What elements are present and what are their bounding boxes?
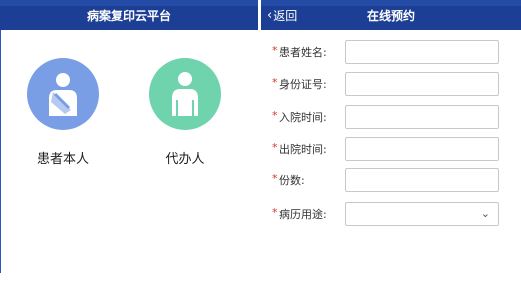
id-number-input[interactable] <box>345 72 499 96</box>
record-purpose-select[interactable]: ⌄ <box>345 202 499 226</box>
proxy-label: 代办人 <box>165 152 205 167</box>
patient-self-option[interactable]: 患者本人 <box>22 58 104 167</box>
proxy-person-icon <box>149 58 221 130</box>
form-row-id: * 身份证号: <box>261 72 521 98</box>
right-screen: ‹ 返回 在线预约 * 患者姓名: * 身份证号: * 入院时间: * 出院时间… <box>261 0 521 283</box>
copies-input[interactable] <box>345 168 499 192</box>
required-mark: * <box>272 206 278 219</box>
field-label: 份数: <box>279 174 305 187</box>
form-row-discharge: * 出院时间: <box>261 137 521 163</box>
left-screen: 病案复印云平台 患者本人 代办人 <box>0 0 258 283</box>
field-label: 身份证号: <box>279 78 327 91</box>
chevron-left-icon: ‹ <box>267 7 273 23</box>
form-row-purpose: * 病历用途: ⌄ <box>261 202 521 228</box>
field-label: 病历用途: <box>279 208 327 221</box>
left-header: 病案复印云平台 <box>0 0 258 30</box>
discharge-date-input[interactable] <box>345 137 499 161</box>
required-mark: * <box>272 76 278 89</box>
required-mark: * <box>272 44 278 57</box>
proxy-option[interactable]: 代办人 <box>144 58 226 167</box>
form-row-name: * 患者姓名: <box>261 40 521 66</box>
chevron-down-icon: ⌄ <box>480 207 490 220</box>
form-row-admission: * 入院时间: <box>261 105 521 131</box>
required-mark: * <box>272 172 278 185</box>
field-label: 出院时间: <box>279 143 327 156</box>
patient-self-label: 患者本人 <box>36 152 89 167</box>
left-edge-line <box>0 30 1 273</box>
right-header: ‹ 返回 在线预约 <box>261 0 521 30</box>
patient-with-arm-sling-icon <box>27 58 99 130</box>
back-label: 返回 <box>273 8 298 23</box>
field-label: 入院时间: <box>279 111 327 124</box>
required-mark: * <box>272 141 278 154</box>
field-label: 患者姓名: <box>279 46 327 59</box>
right-title: 在线预约 <box>366 8 415 23</box>
admission-date-input[interactable] <box>345 105 499 129</box>
back-button[interactable]: ‹ 返回 <box>267 0 297 30</box>
left-title: 病案复印云平台 <box>86 8 171 23</box>
form-row-copies: * 份数: <box>261 168 521 194</box>
required-mark: * <box>272 109 278 122</box>
patient-name-input[interactable] <box>345 40 499 64</box>
